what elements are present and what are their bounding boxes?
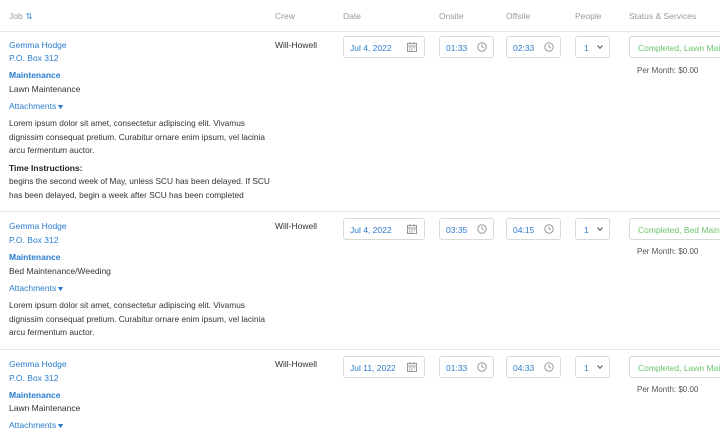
- date-input[interactable]: Jul 4, 2022: [343, 36, 425, 58]
- customer-name-link[interactable]: Gemma Hodge: [9, 359, 67, 369]
- customer-name-link[interactable]: Gemma Hodge: [9, 40, 67, 50]
- per-month-amount: Per Month: $0.00: [637, 247, 699, 256]
- per-month-amount: Per Month: $0.00: [637, 66, 699, 75]
- onsite-time-input[interactable]: 01:33: [439, 356, 494, 378]
- status-services-select[interactable]: Completed, Bed Main...: [629, 218, 720, 240]
- clock-icon[interactable]: [543, 223, 555, 235]
- table-row: Gemma Hodge P.O. Box 312 Maintenance Bed…: [0, 212, 720, 350]
- offsite-time-input[interactable]: 02:33: [506, 36, 561, 58]
- customer-address-link[interactable]: P.O. Box 312: [9, 235, 58, 245]
- clock-icon[interactable]: [543, 361, 555, 373]
- chevron-down-icon: [597, 45, 603, 50]
- chevron-down-icon: [597, 227, 603, 232]
- crew-name: Will-Howell: [275, 221, 318, 231]
- attachments-toggle[interactable]: Attachments▼: [9, 101, 66, 111]
- date-input[interactable]: Jul 11, 2022: [343, 356, 425, 378]
- column-header-status: Status & Services: [629, 11, 697, 21]
- service-name: Lawn Maintenance: [9, 403, 81, 413]
- date-input[interactable]: Jul 4, 2022: [343, 218, 425, 240]
- attachments-toggle[interactable]: Attachments▼: [9, 283, 66, 293]
- onsite-time-input[interactable]: 01:33: [439, 36, 494, 58]
- offsite-time-input[interactable]: 04:33: [506, 356, 561, 378]
- chevron-down-icon: ▼: [56, 423, 66, 430]
- column-header-date: Date: [343, 11, 361, 21]
- clock-icon[interactable]: [476, 41, 488, 53]
- customer-address-link[interactable]: P.O. Box 312: [9, 53, 58, 63]
- chevron-down-icon: [597, 365, 603, 370]
- calendar-icon[interactable]: [406, 223, 418, 235]
- sort-icon[interactable]: ⇅: [26, 12, 33, 21]
- time-instructions-text: begins the second week of May, unless SC…: [9, 176, 270, 200]
- people-select[interactable]: 1: [575, 356, 610, 378]
- service-category: Maintenance: [9, 70, 61, 80]
- job-description: Lorem ipsum dolor sit amet, consectetur …: [9, 300, 265, 337]
- offsite-time-input[interactable]: 04:15: [506, 218, 561, 240]
- column-header-offsite: Offsite: [506, 11, 531, 21]
- service-category: Maintenance: [9, 252, 61, 262]
- clock-icon[interactable]: [476, 223, 488, 235]
- clock-icon[interactable]: [476, 361, 488, 373]
- table-row: Gemma Hodge P.O. Box 312 Maintenance Law…: [0, 350, 720, 440]
- crew-name: Will-Howell: [275, 40, 318, 50]
- people-select[interactable]: 1: [575, 218, 610, 240]
- crew-name: Will-Howell: [275, 359, 318, 369]
- per-month-amount: Per Month: $0.00: [637, 385, 699, 394]
- customer-address-link[interactable]: P.O. Box 312: [9, 373, 58, 383]
- clock-icon[interactable]: [543, 41, 555, 53]
- attachments-toggle[interactable]: Attachments▼: [9, 420, 66, 430]
- onsite-time-input[interactable]: 03:35: [439, 218, 494, 240]
- table-header: Job ⇅ Crew Date Onsite Offsite People Sta…: [0, 0, 720, 32]
- service-category: Maintenance: [9, 390, 61, 400]
- calendar-icon[interactable]: [406, 41, 418, 53]
- column-header-onsite: Onsite: [439, 11, 464, 21]
- column-header-job[interactable]: Job ⇅: [9, 11, 32, 21]
- time-instructions-label: Time Instructions:: [9, 163, 83, 173]
- service-name: Lawn Maintenance: [9, 84, 81, 94]
- status-services-select[interactable]: Completed, Lawn Mai...: [629, 356, 720, 378]
- calendar-icon[interactable]: [406, 361, 418, 373]
- chevron-down-icon: ▼: [56, 286, 66, 293]
- status-services-select[interactable]: Completed, Lawn Mai...: [629, 36, 720, 58]
- people-select[interactable]: 1: [575, 36, 610, 58]
- column-header-crew: Crew: [275, 11, 295, 21]
- job-description: Lorem ipsum dolor sit amet, consectetur …: [9, 118, 265, 155]
- service-name: Bed Maintenance/Weeding: [9, 266, 111, 276]
- table-row: Gemma Hodge P.O. Box 312 Maintenance Law…: [0, 32, 720, 212]
- column-header-people: People: [575, 11, 602, 21]
- chevron-down-icon: ▼: [56, 104, 66, 111]
- customer-name-link[interactable]: Gemma Hodge: [9, 221, 67, 231]
